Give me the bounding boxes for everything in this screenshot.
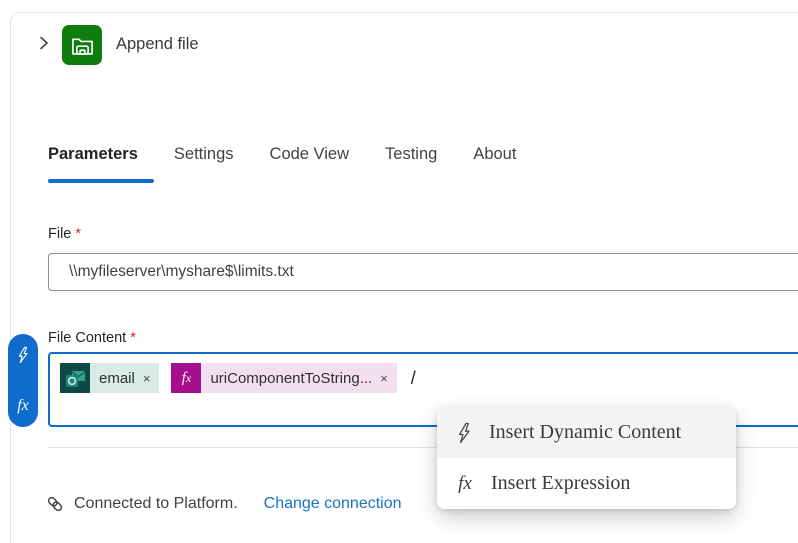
insert-context-menu: Insert Dynamic Content fx Insert Express… bbox=[437, 407, 736, 509]
fx-icon: fx bbox=[454, 473, 476, 495]
menu-item-label: Insert Expression bbox=[491, 472, 630, 495]
menu-item-label: Insert Dynamic Content bbox=[489, 421, 681, 444]
file-label-text: File bbox=[48, 226, 71, 242]
fx-toolbar-button[interactable]: fx bbox=[17, 397, 29, 415]
token-email[interactable]: email × bbox=[60, 363, 159, 393]
file-input[interactable]: \\myfileserver\myshare$\limits.txt bbox=[48, 253, 798, 291]
remove-token-button[interactable]: × bbox=[380, 371, 388, 386]
outlook-icon bbox=[60, 363, 90, 393]
tab-parameters[interactable]: Parameters bbox=[48, 145, 138, 164]
outlook-logo-icon bbox=[60, 363, 90, 393]
connection-status-text: Connected to Platform. bbox=[74, 495, 238, 513]
folder-server-icon bbox=[69, 32, 96, 59]
active-tab-indicator bbox=[48, 179, 154, 183]
tab-testing[interactable]: Testing bbox=[385, 145, 437, 164]
connection-status-row: Connected to Platform. Change connection bbox=[45, 494, 402, 514]
file-content-label-text: File Content bbox=[48, 330, 126, 346]
tab-about[interactable]: About bbox=[473, 145, 516, 164]
tab-settings[interactable]: Settings bbox=[174, 145, 234, 164]
dynamic-content-toolbar[interactable]: fx bbox=[8, 334, 38, 427]
action-editor-panel: Append file Parameters Settings Code Vie… bbox=[0, 0, 798, 543]
tab-bar: Parameters Settings Code View Testing Ab… bbox=[48, 145, 516, 164]
required-asterisk: * bbox=[130, 330, 136, 346]
file-system-connector-icon bbox=[62, 25, 102, 65]
tab-code-view[interactable]: Code View bbox=[270, 145, 350, 164]
fx-icon: fx bbox=[171, 363, 201, 393]
token-text: email bbox=[99, 370, 135, 387]
file-field-label: File* bbox=[48, 226, 81, 242]
token-expression-label: uriComponentToString... × bbox=[201, 363, 396, 393]
menu-item-insert-dynamic-content[interactable]: Insert Dynamic Content bbox=[437, 407, 736, 458]
file-content-field-label: File Content* bbox=[48, 330, 136, 346]
lightning-icon bbox=[454, 422, 474, 444]
action-title: Append file bbox=[116, 35, 199, 54]
chevron-right-icon bbox=[34, 33, 54, 53]
connection-link-icon bbox=[45, 494, 65, 514]
change-connection-link[interactable]: Change connection bbox=[264, 495, 402, 513]
fx-glyph: fx bbox=[182, 370, 192, 387]
token-email-label: email × bbox=[90, 363, 159, 393]
required-asterisk: * bbox=[75, 226, 81, 242]
token-text: uriComponentToString... bbox=[210, 370, 372, 387]
lightning-icon[interactable] bbox=[15, 346, 31, 364]
remove-token-button[interactable]: × bbox=[143, 371, 151, 386]
collapse-panel-button[interactable] bbox=[33, 32, 55, 54]
menu-item-insert-expression[interactable]: fx Insert Expression bbox=[437, 458, 736, 509]
file-input-value: \\myfileserver\myshare$\limits.txt bbox=[69, 263, 294, 281]
typed-text: / bbox=[411, 363, 416, 393]
token-expression[interactable]: fx uriComponentToString... × bbox=[171, 363, 396, 393]
